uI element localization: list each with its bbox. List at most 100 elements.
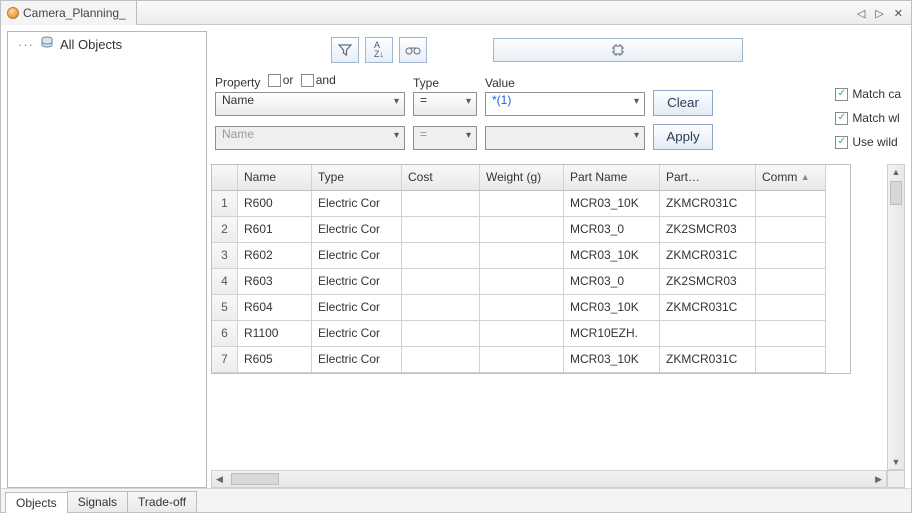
or-checkbox[interactable]: or — [268, 73, 294, 87]
cell-type[interactable]: Electric Cor — [312, 191, 402, 217]
cell-partno[interactable]: ZKMCR031C — [660, 191, 756, 217]
cell-weight[interactable] — [480, 269, 564, 295]
cell-cost[interactable] — [402, 243, 480, 269]
col-type[interactable]: Type — [312, 165, 402, 191]
cell-weight[interactable] — [480, 191, 564, 217]
cell-name[interactable]: R602 — [238, 243, 312, 269]
table-row[interactable]: 7R605Electric CorMCR03_10KZKMCR031C — [212, 347, 850, 373]
cell-partno[interactable]: ZKMCR031C — [660, 347, 756, 373]
scroll-down-icon[interactable]: ▼ — [892, 455, 901, 469]
h-scroll-thumb[interactable] — [231, 473, 279, 485]
row-index: 4 — [212, 269, 238, 295]
nav-next-button[interactable]: ▷ — [873, 7, 885, 20]
cell-comm[interactable] — [756, 217, 826, 243]
database-icon — [40, 36, 54, 53]
tab-tradeoff[interactable]: Trade-off — [127, 491, 197, 512]
scroll-up-icon[interactable]: ▲ — [892, 165, 901, 179]
clear-button[interactable]: Clear — [653, 90, 713, 116]
table-row[interactable]: 1R600Electric CorMCR03_10KZKMCR031C — [212, 191, 850, 217]
chip-button[interactable] — [493, 38, 743, 62]
cell-name[interactable]: R1100 — [238, 321, 312, 347]
cell-cost[interactable] — [402, 347, 480, 373]
cell-comm[interactable] — [756, 347, 826, 373]
match-case-checkbox[interactable]: Match ca — [835, 87, 901, 101]
col-cost[interactable]: Cost — [402, 165, 480, 191]
cell-partname[interactable]: MCR03_10K — [564, 347, 660, 373]
table-row[interactable]: 6R1100Electric CorMCR10EZH. — [212, 321, 850, 347]
cell-partname[interactable]: MCR03_10K — [564, 295, 660, 321]
cell-comm[interactable] — [756, 295, 826, 321]
cell-type[interactable]: Electric Cor — [312, 269, 402, 295]
cell-partno[interactable]: ZK2SMCR03 — [660, 217, 756, 243]
v-scroll-thumb[interactable] — [890, 181, 902, 205]
tab-objects[interactable]: Objects — [5, 492, 68, 513]
tree-root[interactable]: ··· All Objects — [8, 32, 206, 57]
cell-partname[interactable]: MCR03_10K — [564, 243, 660, 269]
cell-type[interactable]: Electric Cor — [312, 243, 402, 269]
cell-partno[interactable]: ZKMCR031C — [660, 295, 756, 321]
col-weight[interactable]: Weight (g) — [480, 165, 564, 191]
match-whole-checkbox[interactable]: Match wl — [835, 111, 901, 125]
cell-type[interactable]: Electric Cor — [312, 321, 402, 347]
apply-button[interactable]: Apply — [653, 124, 713, 150]
cell-weight[interactable] — [480, 295, 564, 321]
cell-cost[interactable] — [402, 191, 480, 217]
row-index: 5 — [212, 295, 238, 321]
property1-select[interactable]: Name — [215, 92, 405, 116]
cell-partno[interactable]: ZKMCR031C — [660, 243, 756, 269]
cell-type[interactable]: Electric Cor — [312, 217, 402, 243]
col-name[interactable]: Name — [238, 165, 312, 191]
table-row[interactable]: 4R603Electric Cor MCR03_0ZK2SMCR03 — [212, 269, 850, 295]
scroll-right-icon[interactable]: ▶ — [871, 474, 886, 485]
sort-button[interactable]: AZ↓ — [365, 37, 393, 63]
cell-partname[interactable]: MCR03_0 — [564, 269, 660, 295]
cell-name[interactable]: R604 — [238, 295, 312, 321]
cell-comm[interactable] — [756, 321, 826, 347]
scroll-left-icon[interactable]: ◀ — [212, 474, 227, 485]
cell-type[interactable]: Electric Cor — [312, 295, 402, 321]
col-index[interactable] — [212, 165, 238, 191]
cell-partno[interactable]: ZK2SMCR03 — [660, 269, 756, 295]
cell-cost[interactable] — [402, 217, 480, 243]
cell-cost[interactable] — [402, 295, 480, 321]
col-partno[interactable]: Part… — [660, 165, 756, 191]
col-partname[interactable]: Part Name — [564, 165, 660, 191]
table-row[interactable]: 3R602Electric CorMCR03_10KZKMCR031C — [212, 243, 850, 269]
cell-type[interactable]: Electric Cor — [312, 347, 402, 373]
tab-signals[interactable]: Signals — [67, 491, 128, 512]
cell-name[interactable]: R601 — [238, 217, 312, 243]
horizontal-scrollbar[interactable]: ◀ ▶ — [211, 470, 887, 488]
cell-partno[interactable] — [660, 321, 756, 347]
document-tab[interactable]: Camera_Planning_ — [1, 1, 137, 25]
filter-button[interactable] — [331, 37, 359, 63]
table-row[interactable]: 2R601Electric CorMCR03_0ZK2SMCR03 — [212, 217, 850, 243]
filter-block: Property or and Name Type = Value — [211, 73, 905, 164]
col-comm[interactable]: Comm ▲ — [756, 165, 826, 191]
cell-partname[interactable]: MCR03_10K — [564, 191, 660, 217]
cell-comm[interactable] — [756, 191, 826, 217]
cell-cost[interactable] — [402, 269, 480, 295]
cell-cost[interactable] — [402, 321, 480, 347]
cell-comm[interactable] — [756, 243, 826, 269]
cell-weight[interactable] — [480, 217, 564, 243]
cell-name[interactable]: R605 — [238, 347, 312, 373]
cell-weight[interactable] — [480, 321, 564, 347]
find-button[interactable] — [399, 37, 427, 63]
cell-comm[interactable] — [756, 269, 826, 295]
cell-weight[interactable] — [480, 243, 564, 269]
cell-name[interactable]: R600 — [238, 191, 312, 217]
cell-partname[interactable]: MCR10EZH. — [564, 321, 660, 347]
cell-weight[interactable] — [480, 347, 564, 373]
and-checkbox[interactable]: and — [301, 73, 336, 87]
cell-partname[interactable]: MCR03_0 — [564, 217, 660, 243]
tree-branch-icon: ··· — [18, 37, 34, 52]
use-wild-checkbox[interactable]: Use wild — [835, 135, 901, 149]
type1-select[interactable]: = — [413, 92, 477, 116]
nav-prev-button[interactable]: ◁ — [855, 7, 867, 20]
close-button[interactable]: ✕ — [892, 7, 905, 20]
value1-input[interactable]: *(1) — [485, 92, 645, 116]
table-row[interactable]: 5R604Electric Cor MCR03_10KZKMCR031C — [212, 295, 850, 321]
match-whole-label: Match wl — [852, 111, 899, 125]
cell-name[interactable]: R603 — [238, 269, 312, 295]
vertical-scrollbar[interactable]: ▲ ▼ — [887, 164, 905, 471]
